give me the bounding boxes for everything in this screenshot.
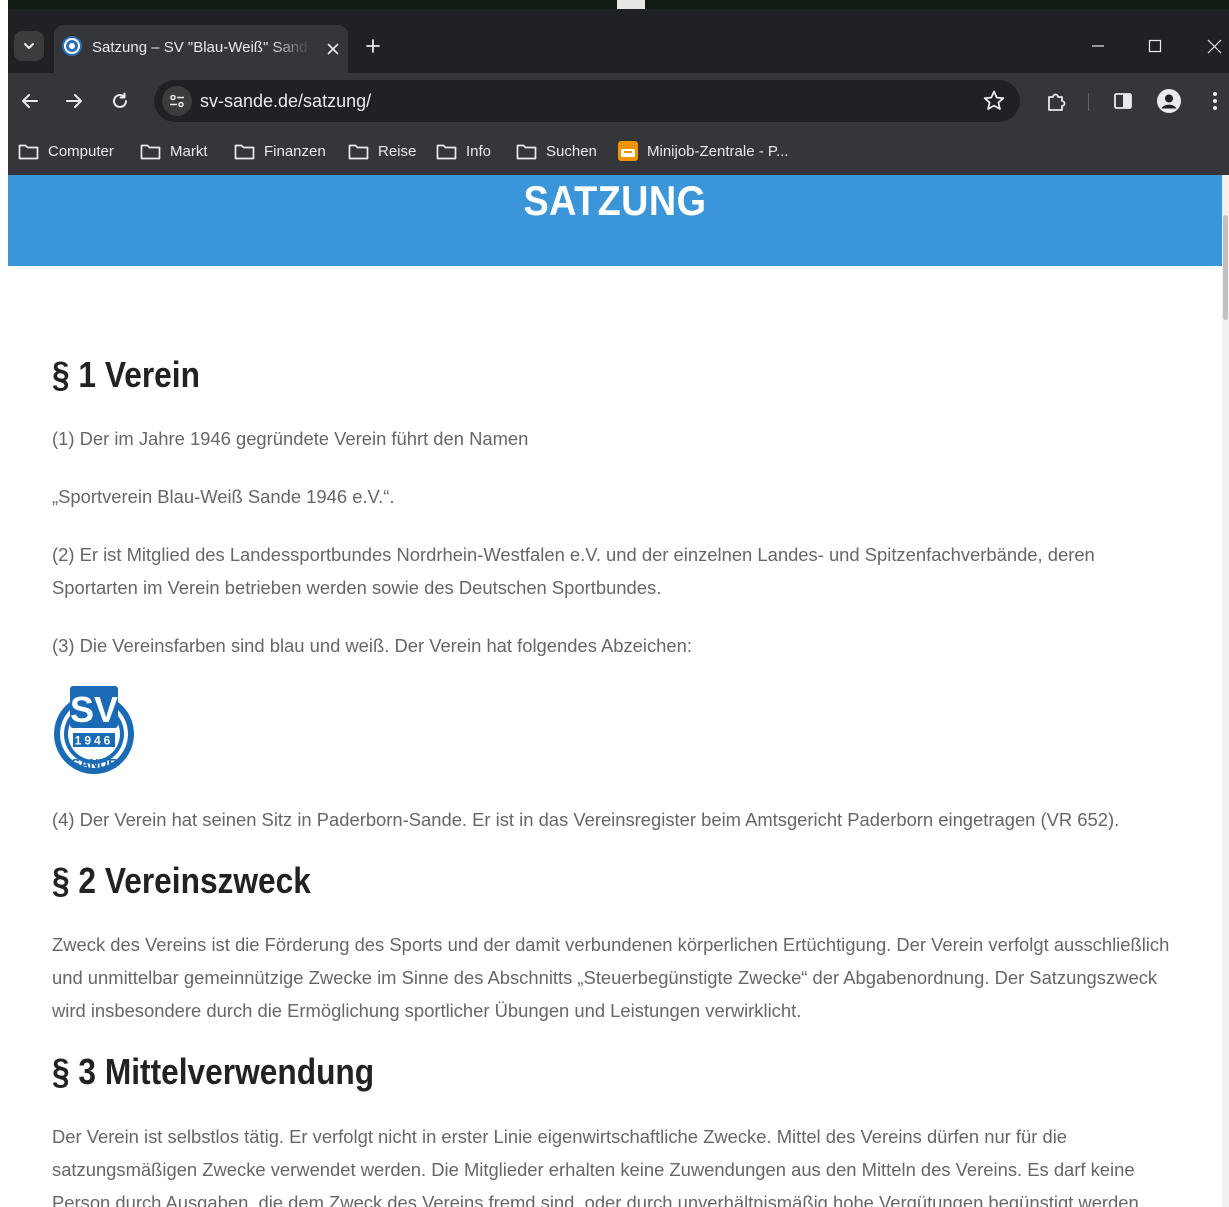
side-panel-icon <box>1114 93 1132 109</box>
forward-button[interactable] <box>59 86 89 116</box>
section-heading-vereinszweck: § 2 Vereinszweck <box>52 860 311 901</box>
side-panel-button[interactable] <box>1108 86 1138 116</box>
bookmark-label: Info <box>466 142 492 160</box>
page-scrollbar[interactable] <box>1222 175 1229 1207</box>
more-vertical-icon <box>1213 92 1217 110</box>
profile-button[interactable] <box>1154 86 1184 116</box>
tab-active[interactable]: Satzung – SV "Blau-Weiß" Sande <box>54 25 348 73</box>
bookmark-suchen[interactable]: Suchen <box>516 139 597 163</box>
close-icon <box>1207 39 1221 53</box>
bookmark-label: Reise <box>378 142 417 160</box>
section-heading-mittelverwendung: § 3 Mittelverwendung <box>52 1051 375 1092</box>
minimize-button[interactable] <box>1076 31 1120 61</box>
paragraph: (4) Der Verein hat seinen Sitz in Paderb… <box>52 809 1120 830</box>
bookmark-markt[interactable]: Markt <box>140 139 208 163</box>
folder-icon <box>348 144 369 159</box>
svg-text:1946: 1946 <box>75 734 114 748</box>
scrollbar-thumb[interactable] <box>1223 215 1228 320</box>
tab-close-button[interactable] <box>322 38 344 60</box>
profile-avatar-icon <box>1157 89 1181 113</box>
browser-window: Satzung – SV "Blau-Weiß" Sande sv-sande.… <box>8 9 1229 175</box>
page-title: SATZUNG <box>523 177 707 224</box>
folder-icon <box>516 144 537 159</box>
menu-button[interactable] <box>1200 86 1229 116</box>
bookmark-minijob[interactable]: Minijob-Zentrale - P... <box>618 139 788 163</box>
bookmark-computer[interactable]: Computer <box>18 139 114 163</box>
bookmark-reise[interactable]: Reise <box>348 139 416 163</box>
folder-icon <box>140 144 161 159</box>
page-hero-banner: SATZUNG <box>8 175 1222 266</box>
address-bar[interactable]: sv-sande.de/satzung/ <box>154 80 1020 122</box>
bookmark-label: Finanzen <box>264 142 326 160</box>
tab-title: Satzung – SV "Blau-Weiß" Sande <box>92 39 310 56</box>
window-close-button[interactable] <box>1192 31 1229 61</box>
plus-icon <box>366 39 380 53</box>
chevron-down-icon <box>24 43 34 49</box>
desktop-background-strip <box>0 0 1229 9</box>
paragraph: (3) Die Vereinsfarben sind blau und weiß… <box>52 635 692 656</box>
browser-toolbar: sv-sande.de/satzung/ <box>8 73 1229 129</box>
bookmark-star-icon[interactable] <box>982 89 1006 113</box>
tab-search-button[interactable] <box>14 31 44 61</box>
reload-button[interactable] <box>105 86 135 116</box>
folder-icon <box>18 144 39 159</box>
svg-text:SV: SV <box>70 689 118 730</box>
folder-icon <box>234 144 255 159</box>
toolbar-separator <box>1088 93 1089 111</box>
new-tab-button[interactable] <box>360 33 386 59</box>
paragraph: (2) Er ist Mitglied des Landessportbunde… <box>52 544 1095 598</box>
minimize-icon <box>1092 45 1104 47</box>
folder-icon <box>436 144 457 159</box>
bookmark-info[interactable]: Info <box>436 139 491 163</box>
svg-text:SANDE: SANDE <box>71 756 117 771</box>
sv-sande-favicon <box>62 36 82 56</box>
maximize-button[interactable] <box>1133 31 1177 61</box>
tune-icon <box>170 94 184 108</box>
reload-icon <box>113 92 127 108</box>
bookmark-label: Markt <box>170 142 208 160</box>
bookmark-label: Suchen <box>546 142 597 160</box>
maximize-icon <box>1148 39 1162 53</box>
bookmark-label: Computer <box>48 142 114 160</box>
club-logo: SV 1946 SANDE <box>54 686 134 774</box>
bookmark-finanzen[interactable]: Finanzen <box>234 139 326 163</box>
back-button[interactable] <box>15 86 45 116</box>
minijob-favicon <box>618 141 638 161</box>
paragraph: Der Verein ist selbstlos tätig. Er verfo… <box>52 1126 1144 1207</box>
bookmarks-bar: Computer Markt Finanzen Reise Info Suche… <box>8 129 1229 175</box>
section-heading-verein: § 1 Verein <box>52 354 200 395</box>
extensions-button[interactable] <box>1041 86 1071 116</box>
desktop-window-edge <box>617 0 645 9</box>
bookmark-label: Minijob-Zentrale - P... <box>647 142 789 160</box>
site-info-button[interactable] <box>162 86 192 116</box>
arrow-left-icon <box>22 94 38 108</box>
tab-strip: Satzung – SV "Blau-Weiß" Sande <box>8 9 1229 73</box>
arrow-right-icon <box>66 94 82 108</box>
url-text[interactable]: sv-sande.de/satzung/ <box>200 91 371 112</box>
paragraph: „Sportverein Blau-Weiß Sande 1946 e.V.“. <box>52 486 395 507</box>
paragraph: (1) Der im Jahre 1946 gegründete Verein … <box>52 428 529 449</box>
paragraph: Zweck des Vereins ist die Förderung des … <box>52 934 1170 1021</box>
puzzle-icon <box>1048 93 1066 111</box>
close-icon <box>327 43 339 55</box>
